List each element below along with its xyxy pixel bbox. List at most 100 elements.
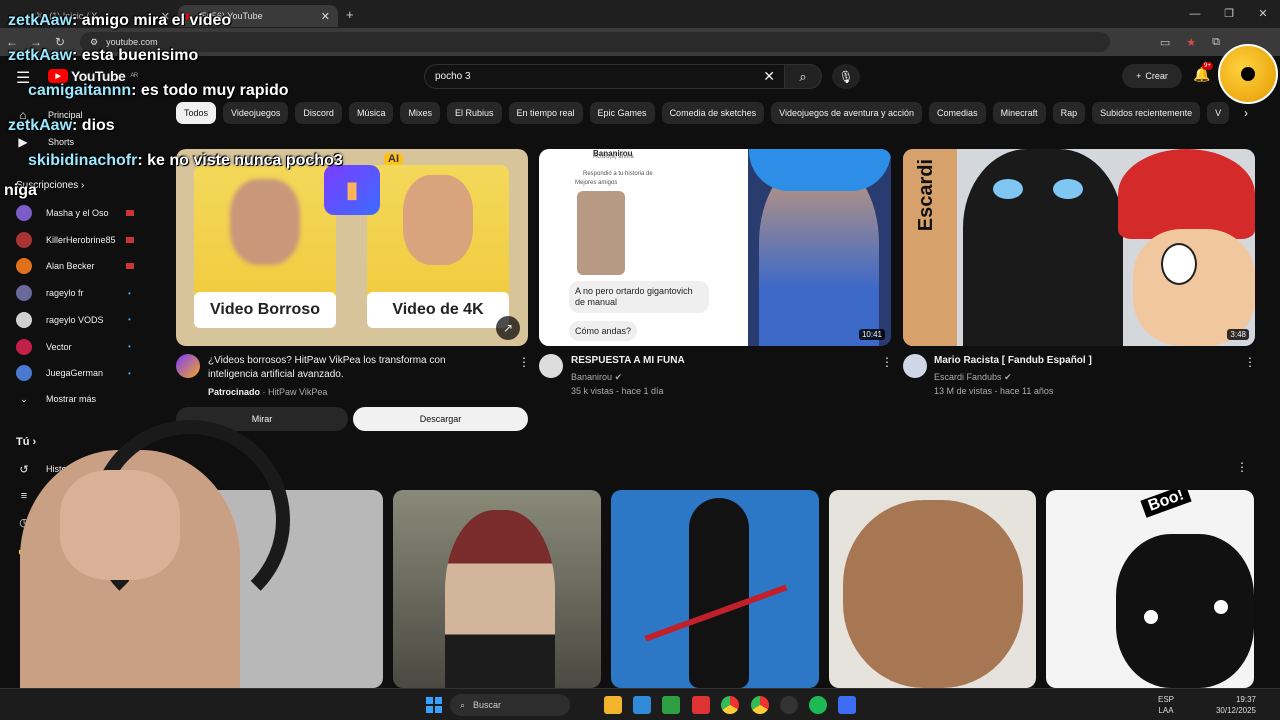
shorts-more-options-icon[interactable]: ⋮: [1236, 460, 1248, 474]
chrome-icon[interactable]: [721, 696, 739, 714]
chat-message: : ke no viste nunca pocho3: [137, 152, 343, 169]
chat-friends-label: Mejores amigos: [575, 180, 618, 186]
close-tab-icon[interactable]: ✕: [321, 10, 330, 23]
extensions-icon[interactable]: ⧉: [1212, 36, 1220, 49]
chat-line: zetkAaw: dios: [8, 117, 115, 135]
subscription-item[interactable]: KillerHerobrine85: [16, 230, 136, 250]
clear-search-icon[interactable]: ✕: [763, 68, 775, 85]
cast-icon[interactable]: ▭: [1160, 36, 1170, 49]
chip-discord[interactable]: Discord: [295, 102, 342, 124]
new-tab-button[interactable]: +: [346, 7, 354, 22]
short-thumbnail-2[interactable]: [393, 490, 601, 688]
chip-v[interactable]: V: [1207, 102, 1230, 124]
short-thumbnail-5[interactable]: Boo!: [1046, 490, 1254, 688]
short-thumbnail-4[interactable]: [829, 490, 1036, 688]
app-blue-icon[interactable]: [838, 696, 856, 714]
chip-videojuegos-de-aventura-y-acción[interactable]: Videojuegos de aventura y acción: [771, 102, 923, 124]
obs-icon[interactable]: [780, 696, 798, 714]
shorts-icon: ▶: [18, 135, 28, 150]
chip-comedia-de-sketches[interactable]: Comedia de sketches: [661, 102, 765, 124]
video-title[interactable]: Mario Racista [ Fandub Español ]: [934, 354, 1224, 368]
subscription-item[interactable]: JuegaGerman •: [16, 363, 136, 383]
search-button[interactable]: ⌕: [784, 64, 822, 89]
search-input[interactable]: pocho 3 ✕: [424, 64, 786, 89]
channel-avatar-escardi[interactable]: [903, 354, 927, 378]
chip-videojuegos[interactable]: Videojuegos: [223, 102, 289, 124]
more-options-icon[interactable]: ⋮: [1244, 355, 1256, 369]
browser-tools: ▭ ★ ⧉: [1160, 36, 1220, 49]
subscription-item[interactable]: rageylo fr •: [16, 283, 136, 303]
subscription-name: Vector: [46, 341, 72, 352]
video-title[interactable]: RESPUESTA A MI FUNA: [571, 354, 861, 368]
channel-line: Escardi Fandubs ✔: [934, 372, 1012, 383]
create-label: Crear: [1145, 71, 1168, 81]
video-meta: 35 k vistas - hace 1 día: [571, 386, 664, 396]
notifications-button[interactable]: 🔔 9+: [1193, 62, 1213, 83]
chip-minecraft[interactable]: Minecraft: [992, 102, 1046, 124]
download-button[interactable]: Descargar: [353, 407, 528, 431]
url-field[interactable]: ⚙ youtube.com: [80, 32, 1110, 52]
chip-rap[interactable]: Rap: [1052, 102, 1086, 124]
chat-username: zetkAaw: [8, 117, 73, 134]
chip-mixes[interactable]: Mixes: [400, 102, 440, 124]
external-link-icon[interactable]: ↗: [496, 316, 520, 340]
channel-avatar: [16, 311, 32, 328]
chat-message-1: A no pero ortardo gigantovich de manual: [569, 281, 709, 313]
more-options-icon[interactable]: ⋮: [881, 355, 893, 369]
taskbar-search[interactable]: ⌕ Buscar: [450, 694, 570, 716]
chip-el-rubius[interactable]: El Rubius: [446, 102, 502, 124]
maximize-button[interactable]: ❐: [1212, 0, 1246, 28]
store-icon[interactable]: [662, 696, 680, 714]
file-explorer-icon[interactable]: [604, 696, 622, 714]
voice-search-button[interactable]: 🎙: [832, 64, 860, 89]
close-window-button[interactable]: ✕: [1246, 0, 1280, 28]
windows-start-icon[interactable]: [426, 697, 442, 713]
new-content-dot-icon: •: [128, 288, 131, 298]
chip-epic-games[interactable]: Epic Games: [589, 102, 655, 124]
cap-shape: [749, 149, 891, 191]
woman-figure: [445, 510, 555, 688]
system-clock[interactable]: 19:37 30/12/2025: [1216, 694, 1256, 716]
subscription-item[interactable]: Alan Becker: [16, 256, 136, 276]
minimize-button[interactable]: —: [1178, 0, 1212, 28]
subscription-item[interactable]: Masha y el Oso: [16, 203, 136, 223]
subscription-item[interactable]: Vector •: [16, 337, 136, 357]
ghost-figure: [1116, 534, 1254, 688]
video-thumbnail-hitpaw[interactable]: Video Borroso Video de 4K ▮ AI ↗: [176, 149, 528, 346]
channel-name[interactable]: Escardi Fandubs: [934, 372, 1002, 382]
bookmark-star-icon[interactable]: ★: [1186, 36, 1196, 49]
plus-icon: +: [1136, 71, 1142, 81]
chip-música[interactable]: Música: [348, 102, 394, 124]
streamer-hand: [60, 470, 180, 580]
video-thumbnail-mario[interactable]: Escardi 3:48: [903, 149, 1255, 346]
chevron-right-icon[interactable]: ›: [1244, 106, 1248, 120]
chip-todos[interactable]: Todos: [176, 102, 217, 124]
subscription-item[interactable]: rageylo VODS •: [16, 310, 136, 330]
channel-name[interactable]: Bananirou: [571, 372, 612, 382]
more-options-icon[interactable]: ⋮: [518, 355, 530, 369]
subscription-name: Masha y el Oso: [46, 208, 109, 218]
video-title[interactable]: ¿Videos borrosos? HitPaw VikPea los tran…: [208, 354, 498, 382]
chrome-icon-2[interactable]: [751, 696, 769, 714]
language-indicator[interactable]: ESP LAA: [1158, 694, 1174, 716]
video-thumbnail-funa[interactable]: Bananirou Activo(a) ahora Respondió a tu…: [539, 149, 891, 346]
channel-avatar-bananirou[interactable]: [539, 354, 563, 378]
create-button[interactable]: + Crear: [1122, 64, 1182, 88]
chip-comedias[interactable]: Comedias: [929, 102, 986, 124]
youtube-play-icon: ▶: [48, 69, 68, 83]
hitpaw-logo-icon: ▮: [324, 165, 380, 215]
ghost-eye-right: [1208, 594, 1234, 620]
channel-avatar-hitpaw[interactable]: [176, 354, 200, 378]
streamer-avatar-overlay: [1218, 44, 1278, 104]
chip-en-tiempo-real[interactable]: En tiempo real: [508, 102, 583, 124]
site-info-icon[interactable]: ⚙: [90, 37, 98, 48]
avatar-eye: [1241, 67, 1255, 81]
show-more-button[interactable]: ⌄ Mostrar más: [16, 389, 136, 409]
channel-name[interactable]: HitPaw VikPea: [268, 387, 327, 397]
app-w-icon[interactable]: [692, 696, 710, 714]
chip-subidos-recientemente[interactable]: Subidos recientemente: [1092, 102, 1201, 124]
short-thumbnail-3[interactable]: [611, 490, 819, 688]
spotify-icon[interactable]: [809, 696, 827, 714]
copilot-icon[interactable]: [633, 696, 651, 714]
channel-line: Bananirou ✔: [571, 372, 622, 383]
